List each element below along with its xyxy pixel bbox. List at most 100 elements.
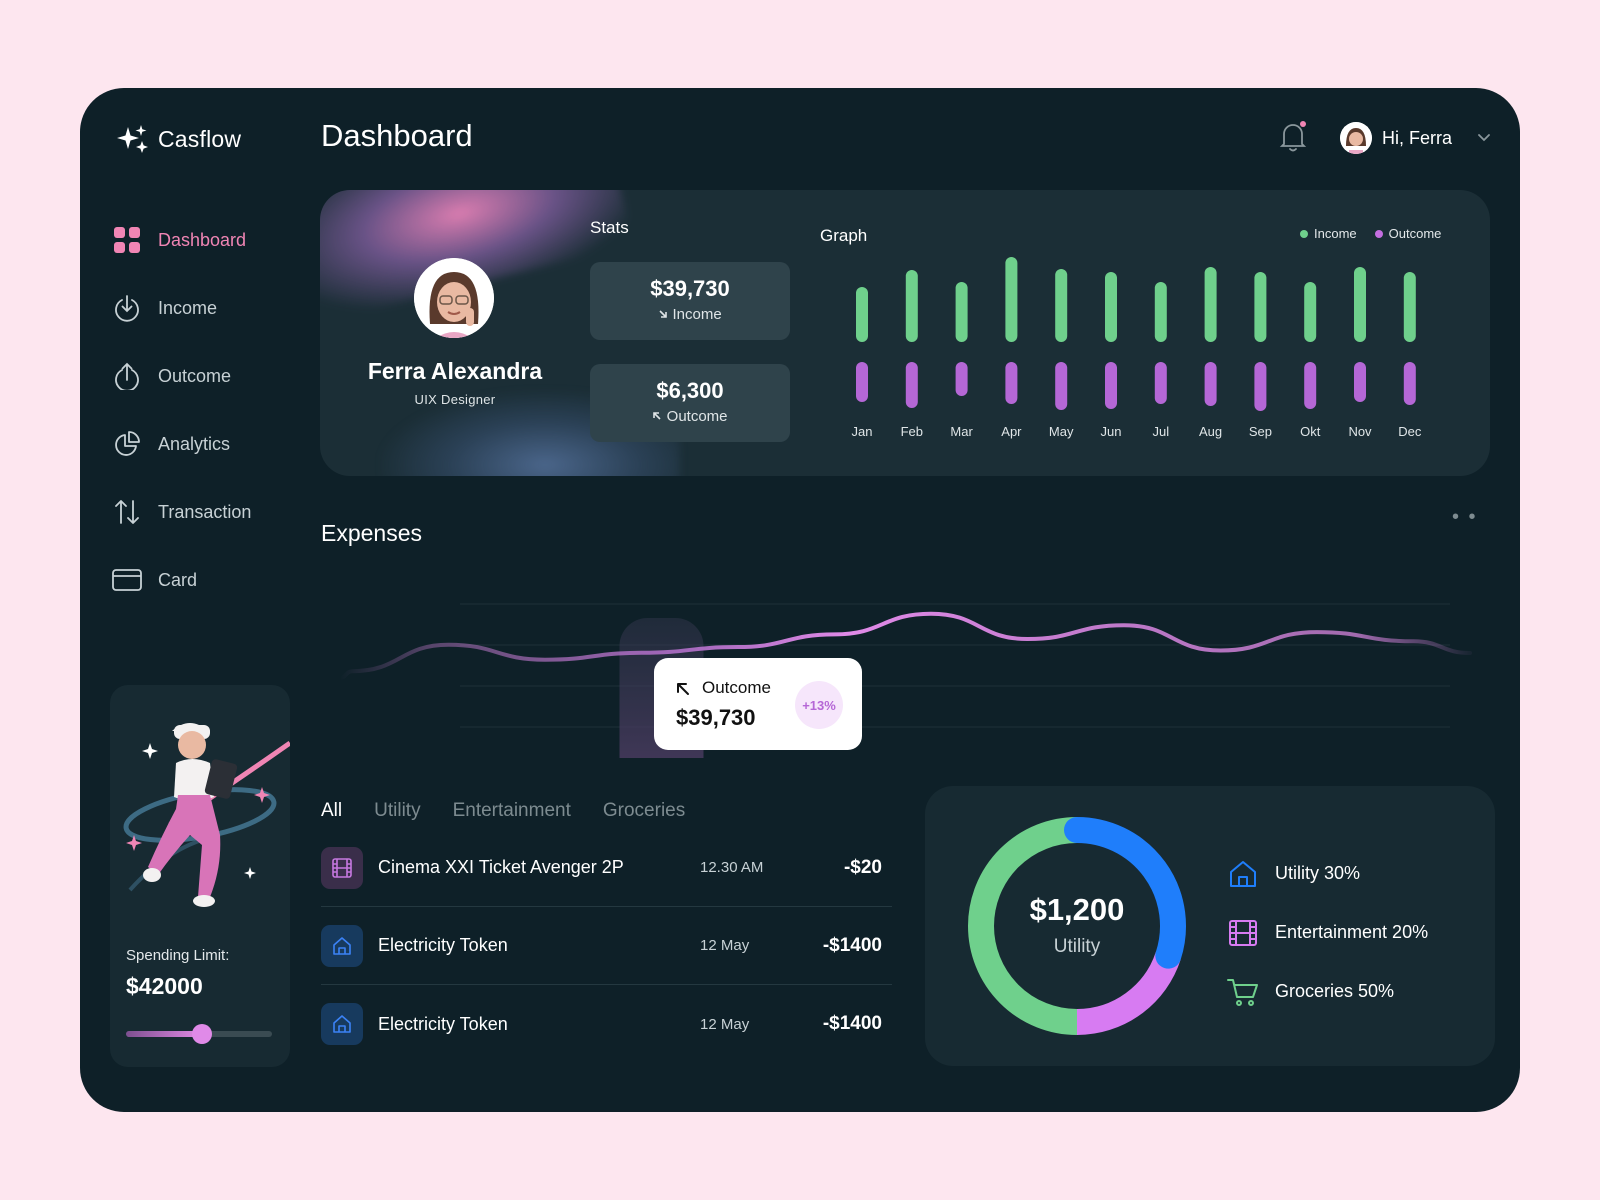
sidebar-item-income[interactable]: Income: [112, 274, 251, 342]
outcome-stat-card[interactable]: $6,300 Outcome: [590, 364, 790, 442]
x-tick-label: Jan: [852, 424, 873, 439]
transaction-amount: -$1400: [822, 1013, 882, 1034]
outcome-bar: [1254, 362, 1267, 411]
slider-knob[interactable]: [191, 1024, 212, 1044]
arrow-down-right-icon: [659, 310, 668, 318]
entertainment-slice: [1076, 951, 1181, 1035]
house-icon: [1227, 858, 1259, 890]
sidebar-item-label: Card: [158, 569, 198, 590]
chevron-down-icon[interactable]: [1478, 129, 1490, 147]
x-tick-label: Nov: [1348, 424, 1372, 439]
user-menu[interactable]: Hi, Ferra: [1340, 122, 1490, 154]
legend-income: Income: [1300, 226, 1357, 241]
x-tick-label: Jul: [1152, 424, 1169, 439]
transaction-list: Cinema XXI Ticket Avenger 2P 12.30 AM -$…: [321, 829, 892, 1063]
income-bar: [1055, 269, 1068, 342]
outcome-tooltip: Outcome $39,730 +13%: [654, 658, 862, 750]
notification-bell-icon[interactable]: [1277, 120, 1309, 154]
sidebar-item-card[interactable]: Card: [112, 546, 251, 614]
tab-entertainment[interactable]: Entertainment: [453, 800, 571, 822]
dashboard-app: Casflow Dashboard Income Outcome Analyti…: [80, 88, 1520, 1112]
house-icon: [321, 924, 363, 967]
income-bar: [1354, 267, 1366, 342]
sidebar-item-dashboard[interactable]: Dashboard: [112, 206, 251, 274]
income-stat-value: $39,730: [650, 276, 730, 301]
card-icon: [112, 565, 142, 595]
graph-legend: Income Outcome: [1300, 226, 1441, 241]
x-tick-label: Dec: [1398, 424, 1422, 439]
x-tick-label: Aug: [1199, 424, 1222, 439]
income-stat-card[interactable]: $39,730 Income: [590, 262, 790, 340]
outcome-bar: [1204, 362, 1217, 406]
transaction-name: Cinema XXI Ticket Avenger 2P: [378, 857, 624, 877]
category-label: Groceries 50%: [1275, 981, 1395, 1001]
income-icon: [112, 293, 142, 323]
tab-all[interactable]: All: [321, 800, 342, 822]
income-bar: [1204, 267, 1217, 342]
legend-income-label: Income: [1314, 226, 1357, 241]
category-item-entertainment[interactable]: Entertainment 20%: [1227, 901, 1428, 964]
category-item-groceries[interactable]: Groceries 50%: [1227, 960, 1428, 1023]
slider-fill: [126, 1031, 202, 1037]
category-legend: Utility 30% Entertainment 20% Groceries …: [1227, 846, 1428, 1023]
tooltip-label: Outcome: [702, 678, 771, 697]
x-tick-label: Okt: [1300, 424, 1321, 439]
income-bar: [1304, 282, 1317, 342]
arrow-up-left-icon: [653, 412, 662, 420]
outcome-stat-value: $6,300: [656, 378, 724, 403]
transaction-time: 12 May: [700, 1015, 750, 1033]
app-logo[interactable]: Casflow: [116, 124, 241, 154]
sidebar-nav: Dashboard Income Outcome Analytics Trans…: [112, 206, 251, 614]
income-stat-label: Income: [590, 306, 790, 323]
sidebar-item-label: Transaction: [158, 501, 252, 522]
x-tick-label: May: [1049, 424, 1074, 439]
film-icon: [1227, 917, 1259, 949]
sidebar-item-transaction[interactable]: Transaction: [112, 478, 251, 546]
page-title: Dashboard: [321, 118, 473, 153]
profile-role: UIX Designer: [414, 392, 496, 407]
table-row[interactable]: Electricity Token 12 May -$1400: [321, 985, 892, 1063]
avatar: [1340, 122, 1372, 154]
sparkles-icon: [117, 125, 148, 153]
outcome-bar: [1304, 362, 1317, 409]
x-tick-label: Apr: [1001, 424, 1022, 439]
income-bar: [856, 287, 868, 342]
sidebar-item-label: Outcome: [158, 365, 232, 386]
tab-groceries[interactable]: Groceries: [603, 800, 685, 822]
spending-limit-value: $42000: [126, 973, 203, 999]
overview-panel: Ferra Alexandra UIX Designer Stats $39,7…: [320, 190, 1490, 476]
sidebar-item-outcome[interactable]: Outcome: [112, 342, 251, 410]
character-illustration: [123, 723, 290, 907]
sidebar-item-analytics[interactable]: Analytics: [112, 410, 251, 478]
income-bar: [955, 282, 968, 342]
outcome-bar: [905, 362, 918, 408]
income-outcome-bar-chart: Jan Feb Mar Apr May Jun Jul Aug Sep Okt Nov Dec: [852, 257, 1422, 439]
x-tick-label: Mar: [950, 424, 973, 439]
outcome-icon: [112, 361, 142, 391]
income-bar: [1105, 272, 1117, 342]
outcome-stat-label: Outcome: [590, 408, 790, 425]
x-tick-label: Jun: [1101, 424, 1122, 439]
spending-limit-slider[interactable]: [126, 1024, 272, 1044]
tab-utility[interactable]: Utility: [374, 800, 420, 822]
category-item-utility[interactable]: Utility 30%: [1227, 842, 1428, 905]
sidebar-item-label: Income: [158, 297, 218, 318]
expenses-line-chart: JanFebMarAprMayMayJulAugSepOktNovDecOutc…: [338, 603, 1472, 758]
transaction-time: 12 May: [700, 937, 750, 954]
income-bar: [1403, 272, 1416, 342]
legend-outcome: Outcome: [1374, 226, 1441, 241]
table-row[interactable]: Electricity Token 12 May -$1400: [321, 907, 892, 985]
outcome-bar: [1354, 362, 1366, 402]
x-tick-label: Feb: [901, 424, 923, 439]
donut-center-value: $1,200: [1029, 892, 1125, 927]
house-icon: [321, 1003, 363, 1045]
grid-icon: [112, 225, 142, 255]
income-bar: [1154, 282, 1167, 342]
user-greeting: Hi, Ferra: [1382, 127, 1453, 148]
outcome-bar: [1154, 362, 1167, 404]
stats-title: Stats: [590, 218, 629, 237]
transaction-time: 12.30 AM: [700, 859, 764, 876]
table-row[interactable]: Cinema XXI Ticket Avenger 2P 12.30 AM -$…: [321, 829, 892, 907]
x-tick-label: Sep: [1249, 424, 1272, 439]
outcome-bar: [955, 362, 968, 396]
